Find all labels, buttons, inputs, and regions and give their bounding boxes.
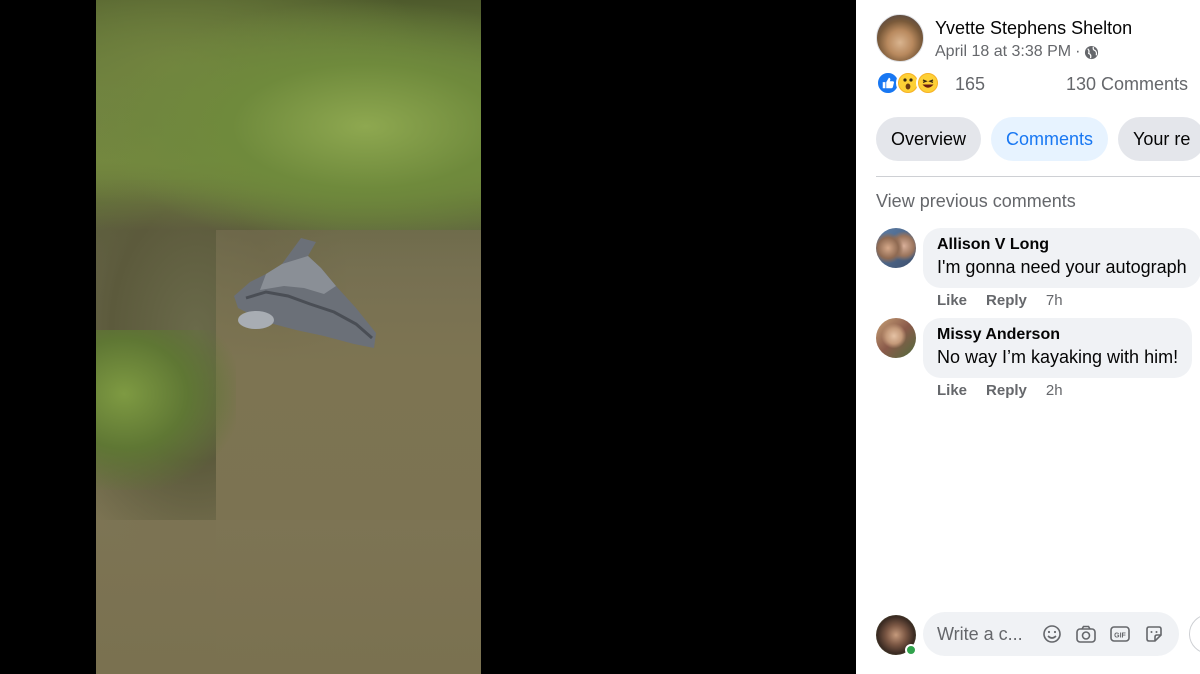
reaction-icons[interactable] [876, 71, 940, 95]
photo-water-lower [96, 520, 481, 674]
haha-icon [916, 71, 940, 95]
reply-button[interactable]: Reply [986, 292, 1027, 309]
commenter-avatar[interactable] [876, 318, 916, 358]
gif-icon[interactable]: GIF [1109, 623, 1131, 645]
globe-icon [1085, 45, 1099, 59]
more-options-button[interactable] [1189, 614, 1200, 654]
emoji-icon[interactable] [1041, 623, 1063, 645]
commenter-name[interactable]: Allison V Long [937, 235, 1187, 255]
reply-button[interactable]: Reply [986, 382, 1027, 399]
photo-grass [96, 0, 481, 230]
tab-your-reactions[interactable]: Your re [1118, 117, 1200, 161]
comment-actions: Like Reply 7h [937, 292, 1063, 309]
comments-panel: Yvette Stephens Shelton April 18 at 3:38… [856, 0, 1200, 674]
panel-tabs: Overview Comments Your re [876, 117, 1200, 161]
online-status-dot [905, 644, 917, 656]
svg-text:GIF: GIF [1114, 633, 1126, 640]
comment-bubble: Missy Anderson No way I’m kayaking with … [923, 318, 1193, 378]
comment-count[interactable]: 130 Comments [1066, 74, 1188, 95]
meta-separator: · [1075, 43, 1081, 60]
tab-overview[interactable]: Overview [876, 117, 982, 161]
photo-grass-left [96, 330, 236, 490]
author-avatar[interactable] [876, 14, 924, 62]
comment-text: I'm gonna need your autograph [937, 257, 1187, 277]
comment-text: No way I’m kayaking with him! [937, 347, 1179, 367]
commenter-avatar[interactable] [876, 228, 916, 268]
comment-composer: GIF [876, 612, 1200, 658]
author-name[interactable]: Yvette Stephens Shelton [935, 18, 1132, 39]
post-meta: April 18 at 3:38 PM · [935, 43, 1099, 61]
divider [876, 176, 1200, 177]
comment-time[interactable]: 2h [1046, 382, 1063, 399]
reaction-count[interactable]: 165 [955, 74, 985, 95]
sticker-icon[interactable] [1143, 623, 1165, 645]
comment-actions: Like Reply 2h [937, 382, 1063, 399]
media-viewer [0, 0, 856, 674]
comment-time[interactable]: 7h [1046, 292, 1063, 309]
post-photo[interactable] [96, 0, 481, 674]
alligator-image [234, 238, 376, 348]
camera-icon[interactable] [1075, 623, 1097, 645]
view-previous-comments-link[interactable]: View previous comments [876, 191, 1076, 212]
post-timestamp[interactable]: April 18 at 3:38 PM [935, 43, 1071, 61]
like-button[interactable]: Like [937, 292, 967, 309]
comment-bubble: Allison V Long I'm gonna need your autog… [923, 228, 1200, 288]
tab-comments[interactable]: Comments [991, 117, 1109, 161]
like-button[interactable]: Like [937, 382, 967, 399]
comment-input-box[interactable]: GIF [923, 612, 1179, 656]
comment-input[interactable] [937, 623, 1029, 645]
commenter-name[interactable]: Missy Anderson [937, 325, 1178, 345]
